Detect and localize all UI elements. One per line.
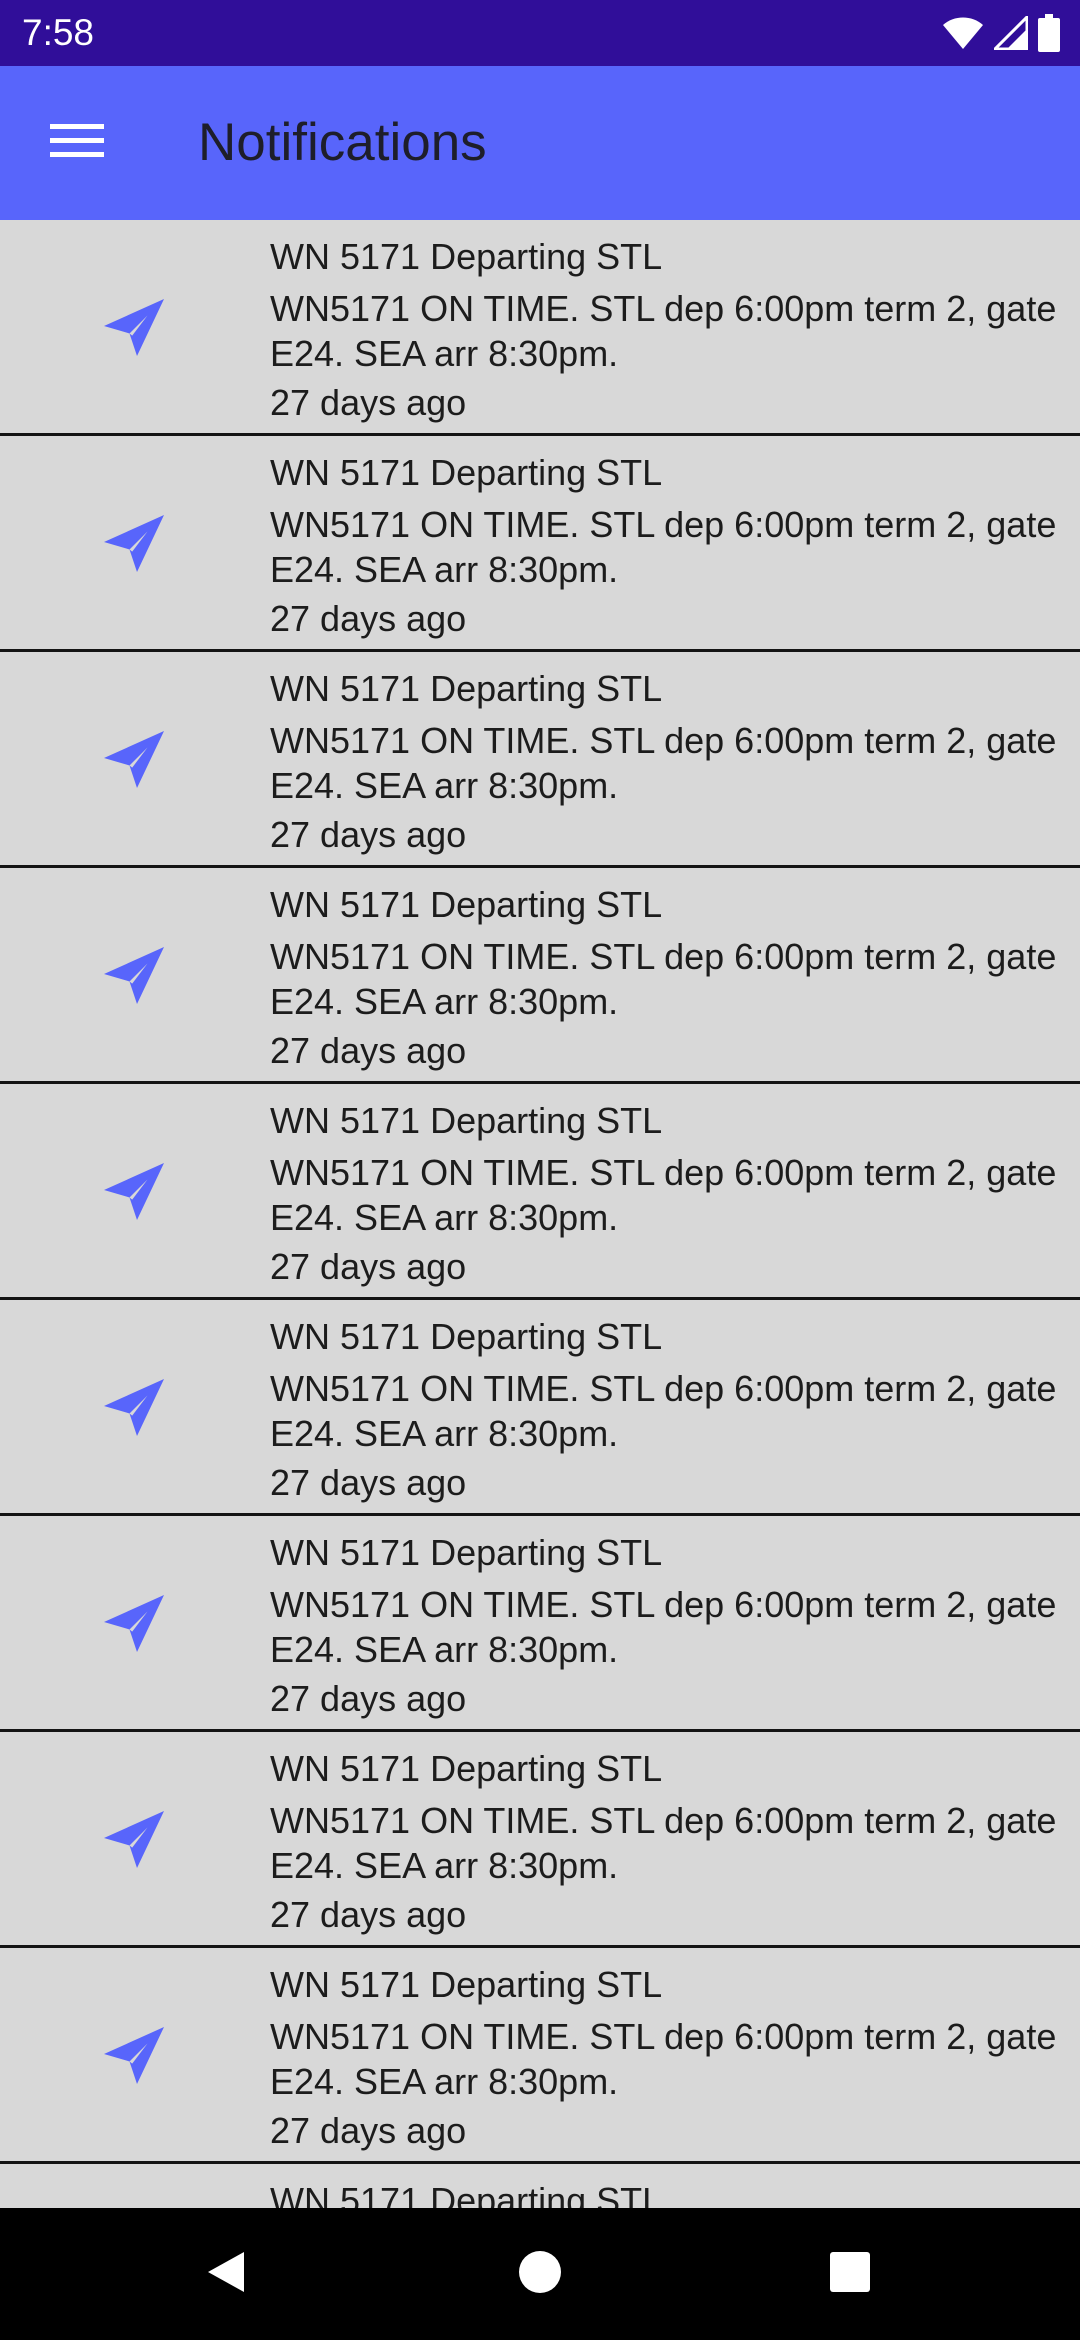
notification-body: WN5171 ON TIME. STL dep 6:00pm term 2, g…: [270, 936, 1057, 1022]
plane-icon: [98, 506, 170, 578]
recents-button[interactable]: [812, 2236, 888, 2312]
notification-item[interactable]: WN 5171 Departing STL WN5171 ON TIME. ST…: [0, 1948, 1080, 2164]
plane-icon: [98, 1802, 170, 1874]
notification-item[interactable]: WN 5171 Departing STL WN5171 ON TIME. ST…: [0, 1300, 1080, 1516]
page-title: Notifications: [198, 113, 487, 172]
notification-title: WN 5171 Departing STL: [270, 1316, 663, 1357]
notification-time: 27 days ago: [270, 814, 467, 855]
notification-title: WN 5171 Departing STL: [270, 884, 663, 925]
notification-list[interactable]: WN 5171 Departing STL WN5171 ON TIME. ST…: [0, 220, 1080, 2208]
home-button[interactable]: [502, 2236, 578, 2312]
status-time: 7:58: [22, 12, 95, 53]
notification-body: WN5171 ON TIME. STL dep 6:00pm term 2, g…: [270, 288, 1057, 374]
menu-icon: [50, 122, 104, 165]
home-icon: [517, 2249, 563, 2300]
notification-body: WN5171 ON TIME. STL dep 6:00pm term 2, g…: [270, 1584, 1057, 1670]
notification-item[interactable]: WN 5171 Departing STL WN5171 ON TIME. ST…: [0, 220, 1080, 436]
plane-icon: [98, 1586, 170, 1658]
plane-icon: [98, 1154, 170, 1226]
notification-title: WN 5171 Departing STL: [270, 1964, 663, 2005]
notification-title: WN 5171 Departing STL: [270, 1532, 663, 1573]
notification-item[interactable]: WN 5171 Departing STL WN5171 ON TIME. ST…: [0, 1732, 1080, 1948]
notification-title: WN 5171 Departing STL: [270, 2180, 663, 2208]
plane-icon: [98, 290, 170, 362]
plane-icon: [98, 938, 170, 1010]
notification-title: WN 5171 Departing STL: [270, 1100, 663, 1141]
notification-time: 27 days ago: [270, 598, 467, 639]
notification-title: WN 5171 Departing STL: [270, 1748, 663, 1789]
notification-item[interactable]: WN 5171 Departing STL: [0, 2164, 1080, 2208]
notification-body: WN5171 ON TIME. STL dep 6:00pm term 2, g…: [270, 720, 1057, 806]
recents-icon: [828, 2250, 872, 2299]
back-icon: [202, 2248, 250, 2301]
notification-body: WN5171 ON TIME. STL dep 6:00pm term 2, g…: [270, 1800, 1057, 1886]
battery-icon: [1028, 14, 1060, 52]
notification-time: 27 days ago: [270, 1246, 467, 1287]
notification-title: WN 5171 Departing STL: [270, 668, 663, 709]
status-bar: 7:58: [0, 0, 1080, 66]
notification-body: WN5171 ON TIME. STL dep 6:00pm term 2, g…: [270, 2016, 1057, 2102]
notification-time: 27 days ago: [270, 382, 467, 423]
navigation-bar: [0, 2208, 1080, 2340]
signal-icon: [984, 16, 1028, 50]
status-icons: [932, 14, 1060, 52]
notification-item[interactable]: WN 5171 Departing STL WN5171 ON TIME. ST…: [0, 1516, 1080, 1732]
notification-time: 27 days ago: [270, 1462, 467, 1503]
notification-body: WN5171 ON TIME. STL dep 6:00pm term 2, g…: [270, 504, 1057, 590]
plane-icon: [98, 2018, 170, 2090]
menu-button[interactable]: [26, 104, 128, 182]
notification-body: WN5171 ON TIME. STL dep 6:00pm term 2, g…: [270, 1368, 1057, 1454]
notification-item[interactable]: WN 5171 Departing STL WN5171 ON TIME. ST…: [0, 868, 1080, 1084]
plane-icon: [98, 722, 170, 794]
notification-item[interactable]: WN 5171 Departing STL WN5171 ON TIME. ST…: [0, 436, 1080, 652]
notification-time: 27 days ago: [270, 1894, 467, 1935]
notification-time: 27 days ago: [270, 1678, 467, 1719]
notification-title: WN 5171 Departing STL: [270, 236, 663, 277]
notification-item[interactable]: WN 5171 Departing STL WN5171 ON TIME. ST…: [0, 652, 1080, 868]
notification-time: 27 days ago: [270, 2110, 467, 2151]
notification-title: WN 5171 Departing STL: [270, 452, 663, 493]
notification-time: 27 days ago: [270, 1030, 467, 1071]
notification-body: WN5171 ON TIME. STL dep 6:00pm term 2, g…: [270, 1152, 1057, 1238]
notification-item[interactable]: WN 5171 Departing STL WN5171 ON TIME. ST…: [0, 1084, 1080, 1300]
back-button[interactable]: [188, 2236, 264, 2312]
app-bar: Notifications: [0, 66, 1080, 220]
plane-icon: [98, 1370, 170, 1442]
wifi-icon: [932, 16, 984, 50]
